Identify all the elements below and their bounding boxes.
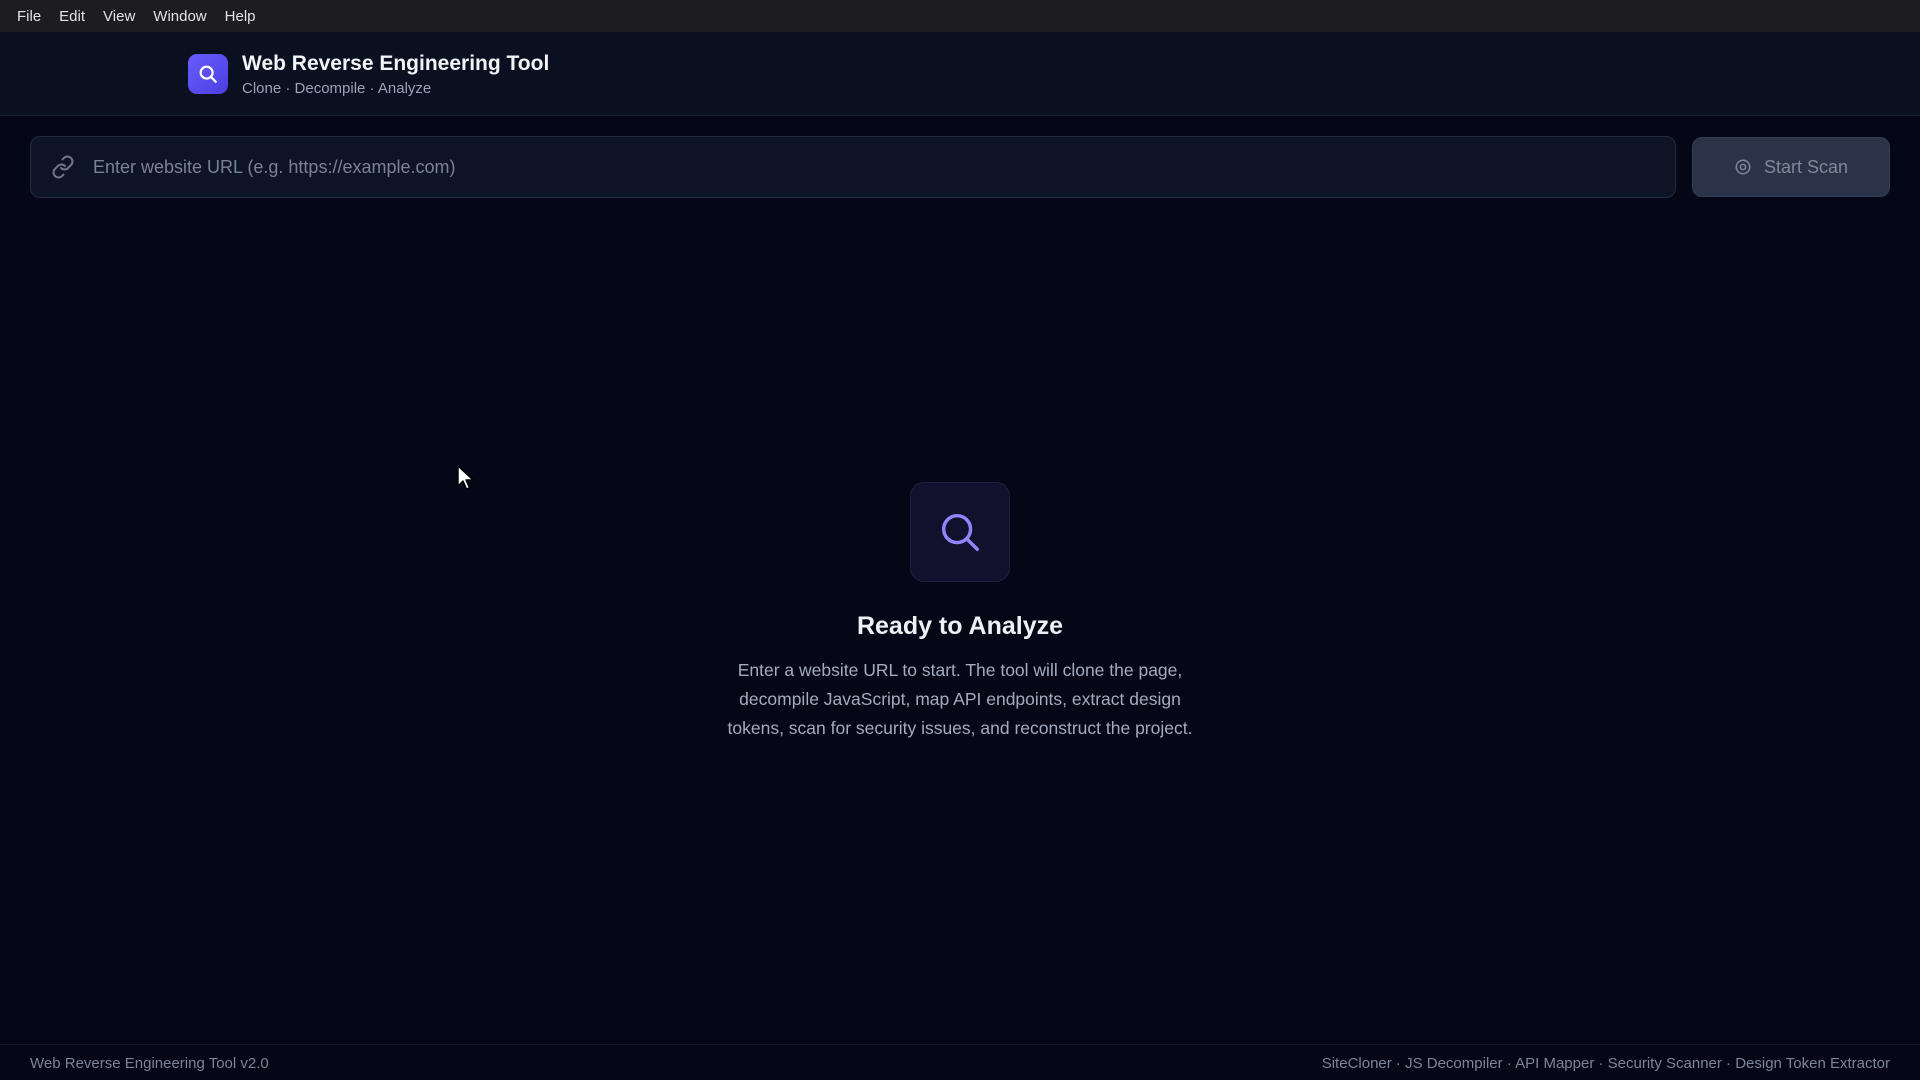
- mouse-cursor-icon: [457, 465, 474, 490]
- target-icon: [1734, 158, 1752, 176]
- app-header: Web Reverse Engineering Tool Clone · Dec…: [0, 32, 1920, 116]
- menu-edit[interactable]: Edit: [50, 8, 94, 25]
- search-icon: [941, 513, 979, 551]
- url-input[interactable]: [91, 137, 1675, 197]
- url-bar: [30, 136, 1676, 198]
- start-scan-button[interactable]: Start Scan: [1692, 137, 1890, 197]
- link-icon: [49, 153, 77, 181]
- menu-file[interactable]: File: [8, 8, 50, 25]
- empty-state-title: Ready to Analyze: [856, 612, 1064, 640]
- app-title: Web Reverse Engineering Tool: [242, 52, 550, 75]
- menu-window[interactable]: Window: [144, 8, 215, 25]
- menu-view[interactable]: View: [94, 8, 144, 25]
- empty-state-icon-box: [910, 482, 1010, 582]
- status-footer: Web Reverse Engineering Tool v2.0 SiteCl…: [0, 1044, 1920, 1080]
- empty-state-description: Enter a website URL to start. The tool w…: [727, 660, 1193, 738]
- footer-modules: SiteCloner · JS Decompiler · API Mapper …: [1321, 1055, 1890, 1072]
- menu-bar: File Edit View Window Help: [0, 0, 1920, 32]
- menu-help[interactable]: Help: [216, 8, 265, 25]
- search-icon: [199, 65, 217, 83]
- start-scan-label: Start Scan: [1763, 156, 1849, 177]
- app-subtitle: Clone · Decompile · Analyze: [242, 80, 432, 97]
- footer-version: Web Reverse Engineering Tool v2.0: [30, 1055, 269, 1072]
- app-logo: [188, 54, 228, 94]
